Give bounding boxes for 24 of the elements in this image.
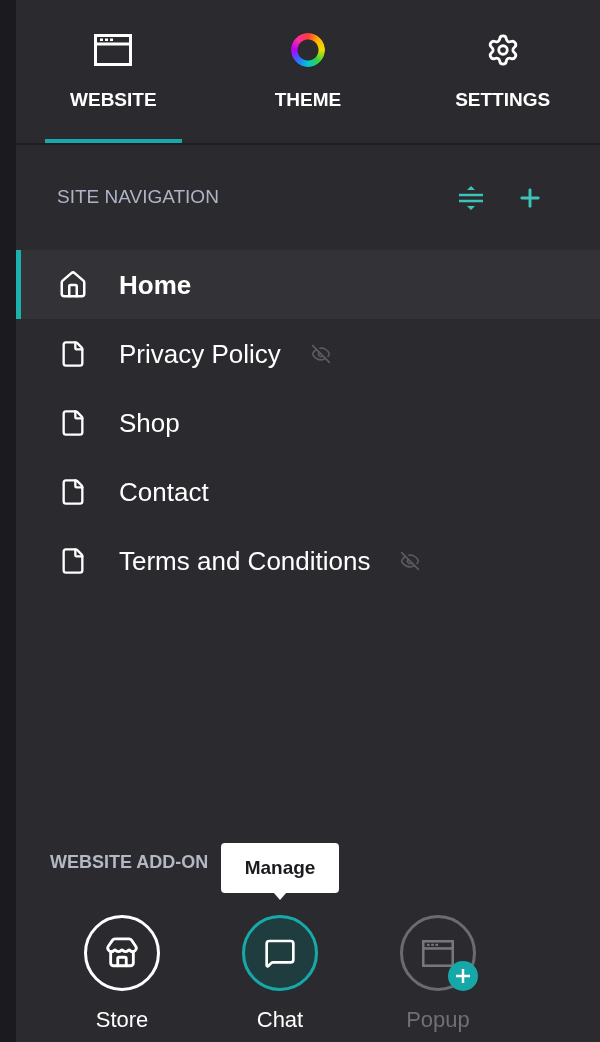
reorder-button[interactable] [458, 184, 484, 211]
add-on-label: Store [95, 1007, 149, 1033]
tab[interactable]: SETTINGS [434, 0, 572, 143]
page-item[interactable]: Contact [16, 457, 600, 526]
add-on-label: Popup [406, 1007, 470, 1033]
home-icon [58, 269, 88, 300]
tab[interactable]: WEBSITE [44, 0, 182, 143]
section-heading: WEBSITE ADD-ON [50, 851, 209, 873]
page-item[interactable]: Privacy Policy [16, 319, 600, 388]
chat-bubble-icon [264, 937, 296, 969]
page-item[interactable]: Home [16, 250, 600, 319]
page-item[interactable]: Terms and Conditions [16, 526, 600, 595]
add-on-label: Chat [256, 1007, 304, 1033]
reorder-icon [458, 184, 484, 211]
section-heading: SITE NAVIGATION [57, 185, 219, 210]
tooltip: Manage [221, 843, 339, 893]
browser-window-icon [422, 939, 454, 967]
browser-window-icon [94, 34, 133, 66]
tab[interactable]: THEME [239, 0, 377, 143]
storefront-icon [105, 936, 139, 970]
color-ring-icon [291, 33, 325, 67]
add-badge-icon[interactable] [448, 961, 478, 991]
page-item[interactable]: Shop [16, 388, 600, 457]
tooltip-arrow-icon [273, 892, 287, 900]
